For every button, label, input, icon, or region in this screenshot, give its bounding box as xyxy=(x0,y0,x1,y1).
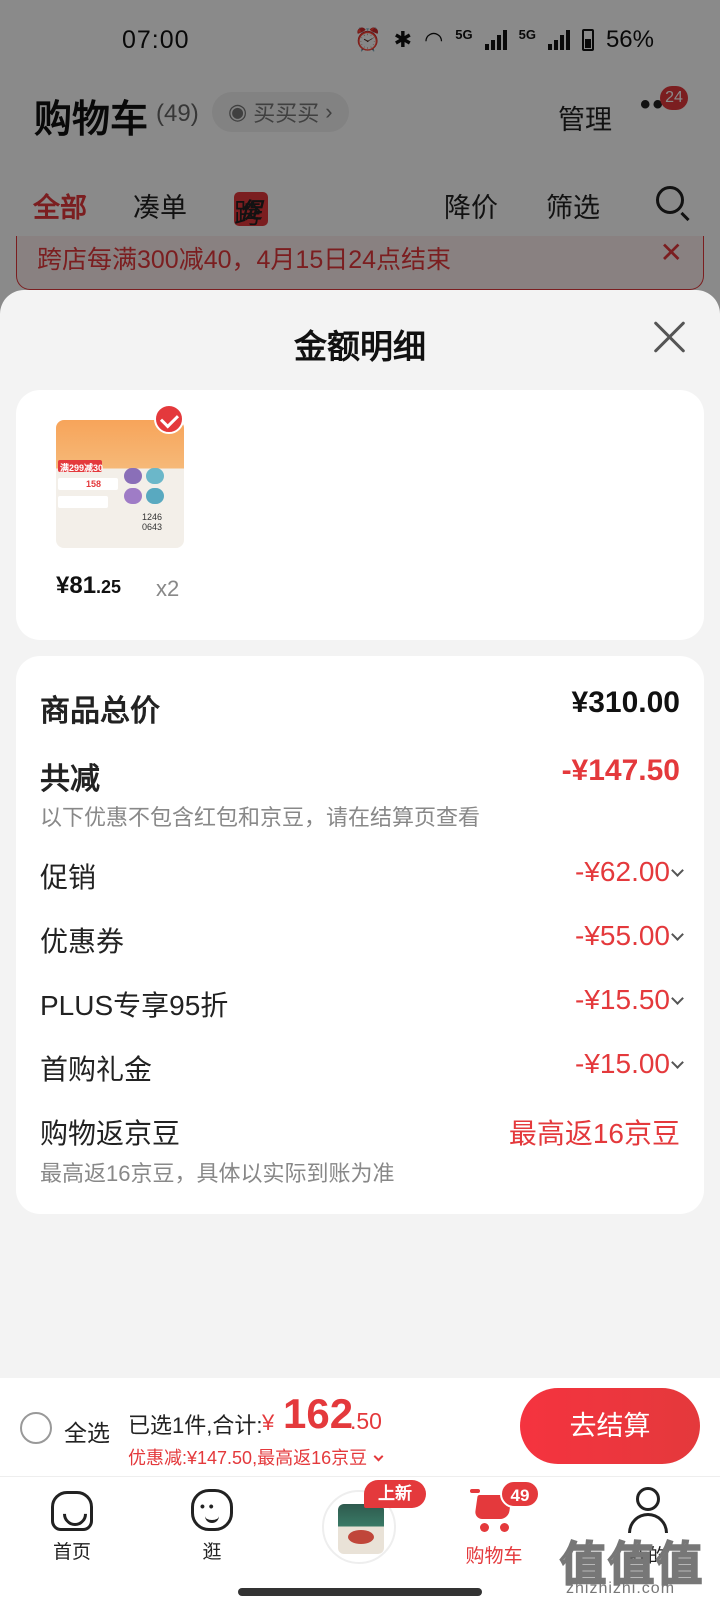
nav-home-label: 首页 xyxy=(52,1542,91,1563)
nav-browse-label: 逛 xyxy=(202,1542,222,1563)
nav-cart-label: 购物车 xyxy=(465,1546,523,1567)
discount-value: -¥15.50 xyxy=(575,984,670,1015)
total-amount-int: 162 xyxy=(283,1390,354,1437)
discount-summary-text: 优惠减:¥147.50,最高返16京豆 xyxy=(128,1448,368,1468)
product-image-code: 1246 0643 xyxy=(142,512,163,532)
total-amount-dec: .50 xyxy=(350,1408,382,1434)
chevron-down-icon xyxy=(671,1056,684,1069)
discount-label: 首购礼金 xyxy=(40,1054,153,1085)
nav-home[interactable]: 首页 xyxy=(22,1487,122,1564)
discount-label: 促销 xyxy=(40,862,97,893)
reduce-note: 以下优惠不包含红包和京豆，请在结算页查看 xyxy=(40,805,481,830)
chevron-down-icon xyxy=(671,928,684,941)
chevron-down-icon xyxy=(373,1451,384,1462)
discount-value: -¥15.00 xyxy=(575,1048,670,1079)
total-price-label: 商品总价 xyxy=(40,695,160,728)
checkmark-icon xyxy=(154,404,184,434)
browse-icon xyxy=(191,1489,233,1531)
product-quantity: x2 xyxy=(156,576,180,601)
total-reduce-label: 共减 xyxy=(40,763,100,796)
nav-browse[interactable]: 逛 xyxy=(162,1487,262,1564)
watermark-url: zhizhizhi.com xyxy=(566,1580,676,1597)
price-detail-card: 商品总价 ¥310.00 共减 -¥147.50 以下优惠不包含红包和京豆，请在… xyxy=(16,656,704,1214)
beans-note: 最高返16京豆，具体以实际到账为准 xyxy=(40,1161,395,1186)
product-card: 满299减30 158 1246 0643 ¥81.25 x2 xyxy=(16,390,704,640)
close-icon[interactable] xyxy=(650,316,690,356)
product-price: ¥81.25 xyxy=(56,572,121,600)
cart-count-badge: 49 xyxy=(500,1480,540,1508)
discount-value: -¥62.00 xyxy=(575,856,670,887)
beans-value: 最高返16京豆 xyxy=(508,1118,680,1149)
checkout-button[interactable]: 去结算 xyxy=(520,1388,700,1464)
product-image-price: 158 xyxy=(86,479,102,489)
checkout-bar: 全选 已选1件,合计: ¥ 162 .50 优惠减:¥147.50,最高返16京… xyxy=(0,1378,720,1476)
selected-summary: 已选1件,合计: xyxy=(128,1413,263,1438)
beans-label: 购物返京豆 xyxy=(40,1118,181,1149)
new-arrivals-badge: 上新 xyxy=(364,1480,426,1508)
chevron-down-icon xyxy=(671,864,684,877)
discount-label: PLUS专享95折 xyxy=(40,990,229,1021)
discount-label: 优惠券 xyxy=(40,926,125,957)
product-image-discount: 满299减30 xyxy=(60,463,104,473)
discount-summary[interactable]: 优惠减:¥147.50,最高返16京豆 xyxy=(128,1444,384,1470)
sheet-title: 金额明细 xyxy=(294,328,426,365)
new-product-thumbnail xyxy=(338,1504,384,1554)
product-price-dec: .25 xyxy=(96,577,122,597)
home-indicator[interactable] xyxy=(238,1588,482,1596)
total-reduce-value: -¥147.50 xyxy=(561,754,680,787)
select-all-label[interactable]: 全选 xyxy=(64,1414,110,1448)
watermark-logo: 值 值 值 zhizhizhi.com xyxy=(559,1537,703,1597)
total-currency: ¥ xyxy=(262,1410,275,1435)
home-icon xyxy=(51,1491,93,1531)
total-price-value: ¥310.00 xyxy=(571,686,680,719)
chevron-down-icon xyxy=(671,992,684,1005)
product-price-int: ¥81 xyxy=(56,572,97,599)
select-all-radio[interactable] xyxy=(20,1412,52,1444)
product-image[interactable]: 满299减30 158 1246 0643 xyxy=(56,420,184,548)
discount-value: -¥55.00 xyxy=(575,920,670,951)
